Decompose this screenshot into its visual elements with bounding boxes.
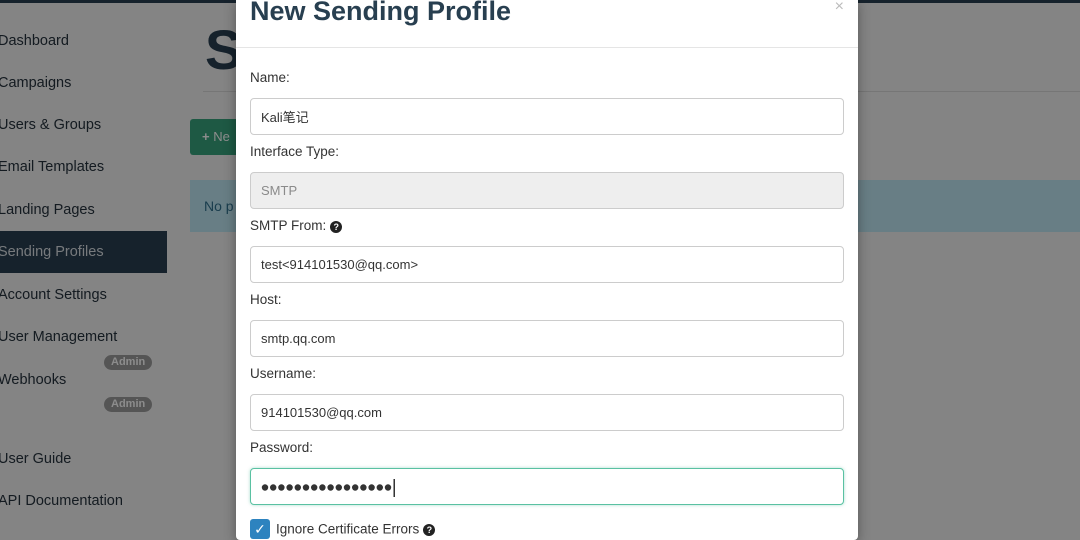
- username-label: Username:: [250, 366, 317, 381]
- password-dot: [261, 484, 269, 491]
- password-field[interactable]: [250, 468, 844, 505]
- question-circle-icon[interactable]: ?: [330, 221, 343, 233]
- password-dot: [343, 484, 351, 491]
- password-dot: [352, 484, 359, 491]
- name-field[interactable]: [250, 98, 844, 135]
- username-field[interactable]: [250, 394, 844, 431]
- interface-type-label: Interface Type:: [250, 144, 340, 159]
- password-dot: [360, 484, 367, 491]
- password-dot: [294, 484, 301, 491]
- question-circle-icon[interactable]: ?: [423, 523, 436, 536]
- new-sending-profile-modal: New Sending Profile × Name: Interface Ty…: [236, 0, 858, 540]
- password-dot: [286, 484, 293, 491]
- password-dot: [302, 484, 310, 491]
- modal-header: New Sending Profile ×: [236, 0, 858, 48]
- password-mask: [261, 479, 395, 497]
- password-dot: [368, 484, 375, 491]
- password-label: Password:: [250, 440, 314, 455]
- password-dot: [384, 484, 392, 491]
- password-dot: [335, 484, 342, 491]
- host-field[interactable]: [250, 320, 844, 357]
- modal-title: New Sending Profile: [250, 0, 512, 26]
- password-dot: [311, 484, 318, 491]
- password-dot: [376, 484, 383, 491]
- smtp-from-label: SMTP From:: [250, 218, 327, 233]
- close-icon[interactable]: ×: [835, 0, 844, 16]
- password-dot: [319, 484, 326, 491]
- interface-type-field: [250, 172, 844, 209]
- ignore-cert-checkbox[interactable]: ✓: [250, 519, 270, 539]
- smtp-from-field[interactable]: [250, 246, 844, 283]
- password-dot: [278, 484, 285, 491]
- ignore-cert-label: Ignore Certificate Errors: [276, 521, 420, 537]
- password-dot: [327, 484, 334, 491]
- host-label: Host:: [250, 292, 282, 307]
- name-label: Name:: [250, 70, 290, 85]
- password-dot: [270, 484, 277, 491]
- smtp-from-label-row: SMTP From:?: [250, 218, 343, 233]
- ignore-cert-row[interactable]: ✓ Ignore Certificate Errors?: [250, 519, 436, 539]
